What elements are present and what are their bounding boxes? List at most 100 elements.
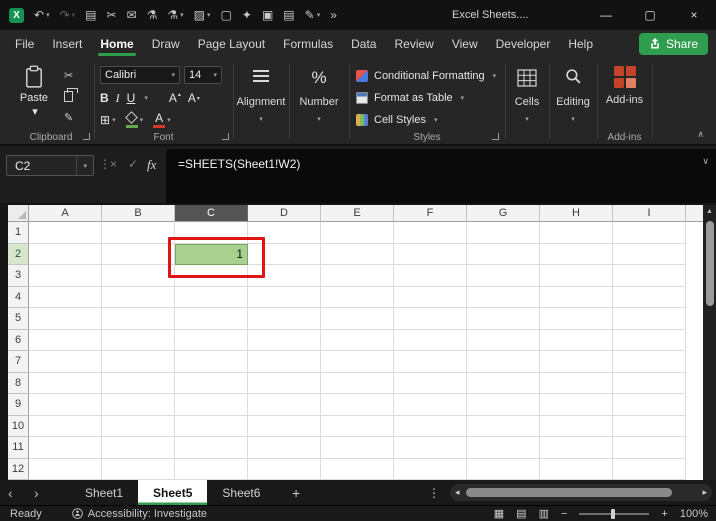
redo-icon[interactable]: ↷ ▾: [55, 3, 81, 27]
new-document-icon[interactable]: ▢: [216, 3, 237, 27]
accessibility-status[interactable]: Accessibility: Investigate: [72, 508, 207, 520]
cut-button[interactable]: ✂: [64, 69, 73, 82]
increase-font-button[interactable]: A ▴: [169, 91, 181, 105]
cell-B11[interactable]: [102, 437, 175, 459]
cell-H7[interactable]: [540, 351, 613, 373]
tab-home[interactable]: Home: [91, 30, 142, 58]
cell-E10[interactable]: [321, 415, 394, 437]
column-header-H[interactable]: H: [540, 205, 613, 222]
editing-group[interactable]: Editing ▾: [549, 58, 597, 146]
column-header-A[interactable]: A: [29, 205, 102, 222]
cell-A6[interactable]: [29, 329, 102, 351]
cell-F6[interactable]: [394, 329, 467, 351]
confirm-entry-button[interactable]: ✓: [128, 157, 138, 171]
font-dialog-launcher[interactable]: [222, 133, 229, 140]
tab-data[interactable]: Data: [342, 30, 385, 58]
cell-B7[interactable]: [102, 351, 175, 373]
cell-C5[interactable]: [175, 308, 248, 330]
more-commands-icon[interactable]: »: [325, 3, 342, 27]
styles-dialog-launcher[interactable]: [492, 133, 499, 140]
notebook-icon[interactable]: ▤: [278, 3, 299, 27]
clipboard-dialog-launcher[interactable]: [83, 133, 90, 140]
column-header-D[interactable]: D: [248, 205, 321, 222]
new-sheet-button[interactable]: +: [292, 480, 300, 505]
previous-sheet-button[interactable]: ‹: [8, 480, 13, 505]
alignment-group[interactable]: Alignment ▾: [233, 58, 289, 146]
cell-C12[interactable]: [175, 458, 248, 480]
tab-insert[interactable]: Insert: [43, 30, 91, 58]
cell-E6[interactable]: [321, 329, 394, 351]
cell-D11[interactable]: [248, 437, 321, 459]
bold-button[interactable]: B: [100, 91, 109, 105]
horizontal-scrollbar[interactable]: ◂ ▸: [450, 484, 712, 501]
vertical-scrollbar[interactable]: ▲: [703, 205, 716, 480]
cell-G5[interactable]: [467, 308, 540, 330]
cell-E4[interactable]: [321, 286, 394, 308]
vertical-scrollbar-thumb[interactable]: [705, 221, 714, 306]
cell-C8[interactable]: [175, 372, 248, 394]
cell-I11[interactable]: [613, 437, 686, 459]
cell-C7[interactable]: [175, 351, 248, 373]
font-color-button[interactable]: A ▾: [153, 112, 171, 128]
cells-group[interactable]: Cells ▾: [505, 58, 549, 146]
format-painter-button[interactable]: ✎: [64, 111, 73, 124]
cell-H5[interactable]: [540, 308, 613, 330]
collapse-ribbon-icon[interactable]: ∧: [697, 129, 704, 140]
cell-F7[interactable]: [394, 351, 467, 373]
cell-G9[interactable]: [467, 394, 540, 416]
cell-E5[interactable]: [321, 308, 394, 330]
cell-B3[interactable]: [102, 265, 175, 287]
camera-icon[interactable]: ▣: [257, 3, 278, 27]
row-header-12[interactable]: 12: [8, 458, 29, 480]
decrease-font-button[interactable]: A ▾: [188, 91, 200, 105]
cell-A10[interactable]: [29, 415, 102, 437]
cell-B2[interactable]: [102, 243, 175, 265]
cancel-entry-button[interactable]: ×: [110, 157, 117, 171]
italic-button[interactable]: I: [116, 91, 120, 106]
cell-F10[interactable]: [394, 415, 467, 437]
row-header-1[interactable]: 1: [8, 222, 29, 244]
cell-I5[interactable]: [613, 308, 686, 330]
cell-E11[interactable]: [321, 437, 394, 459]
horizontal-scrollbar-thumb[interactable]: [466, 488, 672, 497]
underline-button[interactable]: U: [127, 91, 136, 105]
cell-D10[interactable]: [248, 415, 321, 437]
close-button[interactable]: ×: [672, 0, 716, 30]
cell-E8[interactable]: [321, 372, 394, 394]
normal-view-button[interactable]: ▦: [494, 508, 504, 520]
share-button[interactable]: Share: [638, 33, 708, 55]
cell-B8[interactable]: [102, 372, 175, 394]
cut-icon[interactable]: ✂: [102, 3, 122, 27]
cell-I3[interactable]: [613, 265, 686, 287]
font-family-select[interactable]: Calibri ▾: [100, 66, 180, 84]
cell-I9[interactable]: [613, 394, 686, 416]
row-header-10[interactable]: 10: [8, 415, 29, 437]
column-header-B[interactable]: B: [102, 205, 175, 222]
sheet-tab-sheet6[interactable]: Sheet6: [207, 480, 275, 505]
cell-H12[interactable]: [540, 458, 613, 480]
cell-F1[interactable]: [394, 222, 467, 244]
fill-color-button[interactable]: ▾: [125, 110, 143, 128]
cell-H4[interactable]: [540, 286, 613, 308]
cell-E12[interactable]: [321, 458, 394, 480]
tab-draw[interactable]: Draw: [143, 30, 189, 58]
row-header-5[interactable]: 5: [8, 308, 29, 330]
cell-D7[interactable]: [248, 351, 321, 373]
cell-B12[interactable]: [102, 458, 175, 480]
excel-logo-icon[interactable]: X: [4, 3, 29, 27]
cell-E7[interactable]: [321, 351, 394, 373]
cell-H11[interactable]: [540, 437, 613, 459]
next-sheet-button[interactable]: ›: [34, 480, 39, 505]
page-break-view-button[interactable]: ▥: [539, 508, 549, 520]
format-as-table-button[interactable]: Format as Table ▾: [353, 88, 467, 108]
cell-H3[interactable]: [540, 265, 613, 287]
column-header-C[interactable]: C: [175, 205, 248, 222]
cell-B10[interactable]: [102, 415, 175, 437]
cell-D6[interactable]: [248, 329, 321, 351]
cell-G1[interactable]: [467, 222, 540, 244]
cell-D5[interactable]: [248, 308, 321, 330]
borders-button[interactable]: ⊞ ▾: [100, 113, 116, 127]
cell-H6[interactable]: [540, 329, 613, 351]
cell-H1[interactable]: [540, 222, 613, 244]
paste-button[interactable]: Paste ▾: [13, 65, 55, 129]
